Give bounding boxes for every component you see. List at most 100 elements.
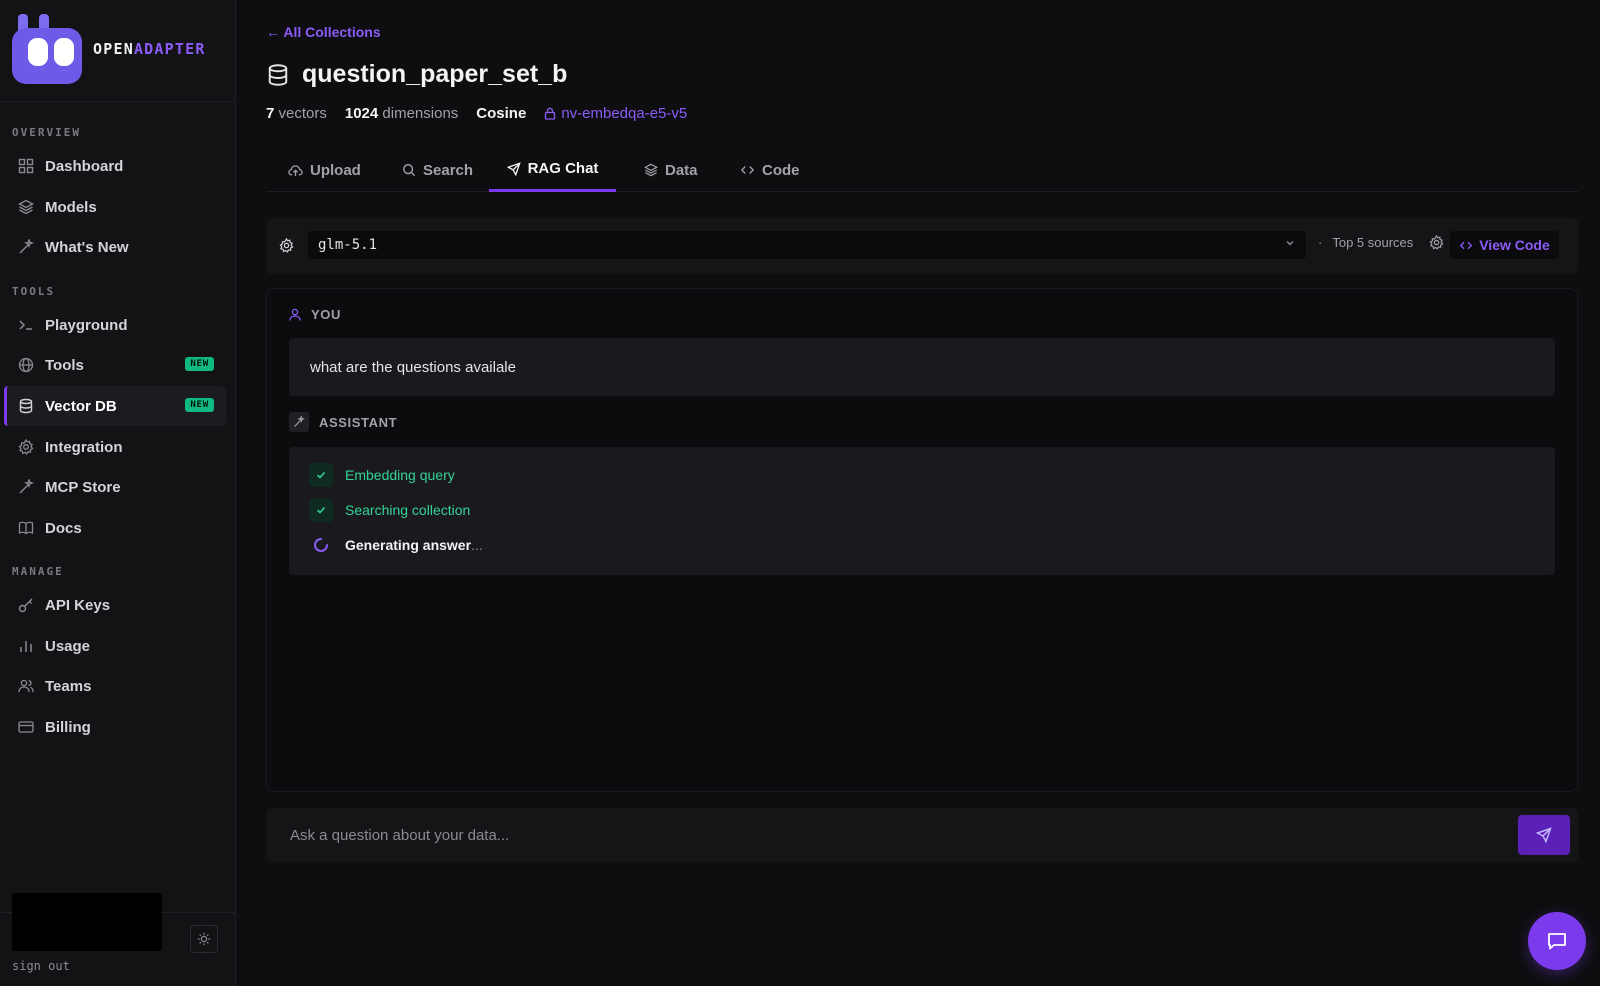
brand-name-part2: ADAPTER: [133, 40, 206, 58]
sidebar-item-label: API Keys: [45, 596, 111, 614]
tab-label: RAG Chat: [527, 160, 599, 177]
model-select[interactable]: glm-5.1: [308, 231, 1306, 259]
sidebar-item-dashboard[interactable]: Dashboard: [4, 146, 226, 186]
message-icon: [1548, 933, 1566, 950]
assistant-role-text: ASSISTANT: [319, 414, 398, 430]
chat-panel: YOU what are the questions availale ASSI…: [266, 288, 1578, 792]
terminal-icon: [17, 316, 35, 334]
check-icon: [309, 498, 333, 522]
dimensions-label: dimensions: [382, 105, 459, 122]
sidebar-item-billing[interactable]: Billing: [4, 707, 226, 747]
sidebar-item-whats-new[interactable]: What's New: [4, 227, 226, 267]
brand-name: OPENADAPTER: [93, 40, 206, 58]
progress-step: Searching collection: [309, 498, 470, 522]
step-label-ellipsis: ...: [471, 537, 483, 553]
sidebar-item-vector-db[interactable]: Vector DB NEW: [4, 386, 226, 426]
code-icon: [1460, 241, 1473, 249]
chevron-down-icon: [1286, 241, 1294, 246]
lock-icon: [545, 107, 556, 120]
assistant-role-label: ASSISTANT: [289, 412, 397, 432]
send-button[interactable]: [1518, 815, 1570, 855]
check-icon: [309, 463, 333, 487]
sidebar-item-label: Models: [45, 198, 97, 216]
sun-icon: [197, 932, 211, 946]
sidebar-item-tools[interactable]: Tools NEW: [4, 345, 226, 385]
support-chat-button[interactable]: [1528, 912, 1586, 970]
view-code-label: View Code: [1479, 237, 1550, 253]
send-icon: [1536, 827, 1552, 843]
progress-step: Embedding query: [309, 463, 455, 487]
metric-label: Cosine: [476, 105, 527, 122]
sidebar: OPENADAPTER OVERVIEW Dashboard Models Wh…: [0, 0, 236, 986]
ask-bar: [266, 808, 1578, 862]
model-select-value: glm-5.1: [318, 237, 378, 253]
user-role-label: YOU: [289, 307, 341, 322]
layers-icon: [644, 163, 658, 177]
tab-upload[interactable]: Upload: [288, 148, 361, 192]
sidebar-item-models[interactable]: Models: [4, 187, 226, 227]
dimensions-count: 1024: [344, 105, 379, 122]
sidebar-item-label: Integration: [45, 438, 123, 456]
sidebar-item-label: Docs: [45, 519, 82, 537]
sign-out-link[interactable]: sign out: [12, 959, 70, 973]
database-icon: [268, 63, 288, 86]
sidebar-item-label: Teams: [45, 677, 92, 695]
assistant-message: Embedding query Searching collection Gen…: [289, 447, 1555, 575]
tab-rag-chat[interactable]: RAG Chat: [489, 148, 616, 192]
brand[interactable]: OPENADAPTER: [12, 14, 212, 84]
globe-icon: [17, 356, 35, 374]
vectors-label: vectors: [278, 105, 327, 122]
upload-icon: [288, 164, 303, 176]
tab-label: Upload: [310, 161, 361, 179]
tab-label: Code: [762, 161, 800, 179]
dimensions-stat: 1024 dimensions: [345, 105, 458, 122]
sparkle-icon: [17, 238, 35, 256]
vectors-count-stat: 7 vectors: [266, 105, 327, 122]
vectors-count: 7: [266, 105, 275, 122]
send-icon: [506, 161, 521, 176]
user-profile[interactable]: [12, 893, 162, 951]
sidebar-item-label: Vector DB: [45, 397, 117, 415]
sidebar-item-mcp-store[interactable]: MCP Store: [4, 467, 226, 507]
code-icon: [740, 166, 755, 174]
collection-meta: 7 vectors 1024 dimensions Cosine nv-embe…: [266, 105, 687, 122]
view-code-button[interactable]: View Code: [1450, 231, 1559, 259]
sidebar-item-docs[interactable]: Docs: [4, 508, 226, 548]
database-icon: [17, 397, 35, 415]
divider: [0, 101, 236, 102]
embedding-model-label: nv-embedqa-e5-v5: [544, 105, 687, 122]
tab-search[interactable]: Search: [402, 148, 473, 192]
top-sources-control[interactable]: · Top 5 sources: [1318, 235, 1444, 250]
tab-label: Data: [665, 161, 698, 179]
embedding-model-name: nv-embedqa-e5-v5: [561, 105, 688, 122]
question-input[interactable]: [266, 808, 1506, 862]
spinner-icon: [309, 533, 333, 557]
theme-toggle-button[interactable]: [190, 925, 218, 953]
tab-data[interactable]: Data: [644, 148, 698, 192]
sparkle-icon: [294, 416, 305, 427]
sidebar-item-label: What's New: [45, 238, 129, 256]
user-role-text: YOU: [311, 307, 341, 322]
tab-code[interactable]: Code: [740, 148, 800, 192]
sidebar-item-playground[interactable]: Playground: [4, 305, 226, 345]
sparkle-icon: [17, 478, 35, 496]
collection-tabs: Upload Search RAG Chat Data Code: [266, 148, 1578, 192]
tab-label: Search: [423, 161, 474, 179]
sidebar-item-label: Tools: [45, 356, 84, 374]
bar-chart-icon: [17, 637, 35, 655]
layers-icon: [17, 198, 35, 216]
section-label-manage: MANAGE: [12, 565, 64, 578]
sidebar-item-api-keys[interactable]: API Keys: [4, 585, 226, 625]
users-icon: [17, 677, 35, 695]
grid-icon: [17, 157, 35, 175]
chat-toolbar: glm-5.1 · Top 5 sources View Code: [266, 218, 1578, 274]
openadapter-logo-icon: [12, 14, 82, 84]
back-link[interactable]: ← All Collections: [266, 24, 381, 40]
sidebar-item-usage[interactable]: Usage: [4, 626, 226, 666]
step-label: Embedding query: [345, 467, 455, 483]
gear-icon[interactable]: [1429, 235, 1444, 250]
sidebar-item-label: Usage: [45, 637, 91, 655]
page-title-row: question_paper_set_b: [266, 60, 567, 89]
sidebar-item-teams[interactable]: Teams: [4, 666, 226, 706]
sidebar-item-integration[interactable]: Integration: [4, 427, 226, 467]
